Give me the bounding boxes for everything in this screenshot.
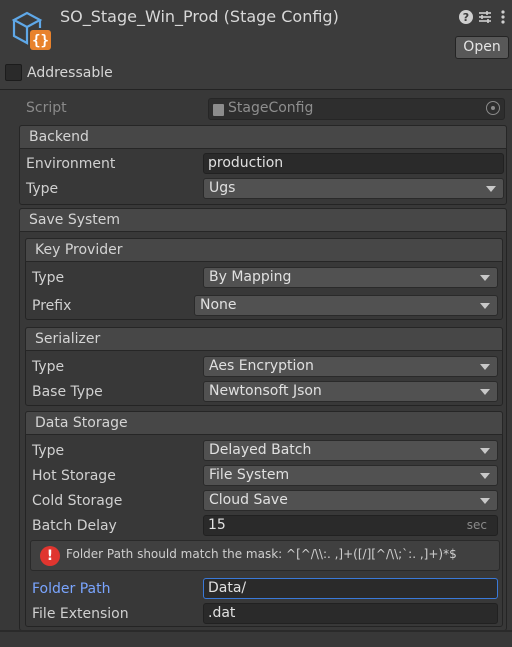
help-icon[interactable]: ? — [458, 9, 474, 25]
environment-field[interactable]: production — [203, 153, 504, 174]
open-button[interactable]: Open — [455, 36, 509, 59]
key-type-value: By Mapping — [209, 269, 292, 285]
storage-type-value: Delayed Batch — [209, 442, 312, 458]
svg-text:?: ? — [463, 11, 469, 24]
chevron-down-icon — [480, 498, 490, 504]
base-type-label: Base Type — [32, 384, 103, 400]
hot-storage-label: Hot Storage — [32, 468, 116, 484]
hot-storage-value: File System — [209, 467, 290, 483]
storage-type-label: Type — [32, 443, 65, 459]
batch-delay-unit: sec — [466, 518, 487, 532]
chevron-down-icon — [480, 364, 490, 370]
inspector-title: SO_Stage_Win_Prod (Stage Config) — [60, 7, 339, 26]
base-type-value: Newtonsoft Json — [209, 383, 322, 399]
chevron-down-icon — [480, 275, 490, 281]
batch-delay-value: 15 — [208, 517, 226, 533]
prefix-value: None — [200, 297, 237, 313]
chevron-down-icon — [480, 448, 490, 454]
cold-storage-label: Cold Storage — [32, 493, 123, 509]
serializer-type-label: Type — [32, 359, 65, 375]
backend-type-dropdown[interactable]: Ugs — [203, 178, 504, 199]
chevron-down-icon — [480, 473, 490, 479]
prefix-dropdown[interactable]: None — [194, 295, 498, 316]
hot-storage-dropdown[interactable]: File System — [203, 465, 498, 486]
script-value: StageConfig — [228, 100, 314, 116]
presets-icon[interactable] — [477, 9, 493, 25]
csharp-script-icon — [213, 104, 224, 116]
chevron-down-icon — [480, 303, 490, 309]
validation-message: Folder Path should match the mask: ^[^/\… — [66, 547, 457, 561]
save-system-header[interactable]: Save System — [19, 208, 507, 232]
base-type-dropdown[interactable]: Newtonsoft Json — [203, 381, 498, 402]
file-extension-field[interactable]: .dat — [203, 603, 498, 624]
addressable-label: Addressable — [27, 65, 113, 81]
object-picker-icon[interactable] — [486, 101, 500, 115]
folder-path-field[interactable]: Data/ — [203, 578, 498, 599]
svg-text:{}: {} — [32, 33, 49, 49]
data-storage-header[interactable]: Data Storage — [25, 411, 503, 435]
error-icon: ! — [40, 546, 60, 566]
key-type-label: Type — [32, 270, 65, 286]
key-type-dropdown[interactable]: By Mapping — [203, 267, 498, 288]
batch-delay-label: Batch Delay — [32, 518, 117, 534]
batch-delay-field[interactable]: 15 sec — [203, 515, 498, 536]
file-extension-label: File Extension — [32, 606, 129, 622]
serializer-header[interactable]: Serializer — [25, 327, 503, 351]
addressable-checkbox[interactable] — [5, 64, 22, 81]
storage-type-dropdown[interactable]: Delayed Batch — [203, 440, 498, 461]
scriptable-object-icon: {} — [11, 11, 51, 50]
backend-type-value: Ugs — [209, 180, 236, 196]
prefix-label: Prefix — [32, 298, 72, 314]
more-icon[interactable] — [498, 9, 508, 25]
folder-path-label: Folder Path — [32, 581, 111, 597]
script-label: Script — [26, 100, 67, 116]
chevron-down-icon — [486, 186, 496, 192]
chevron-down-icon — [480, 389, 490, 395]
cold-storage-dropdown[interactable]: Cloud Save — [203, 490, 498, 511]
panel-bottom-divider — [0, 630, 512, 632]
environment-label: Environment — [26, 156, 116, 172]
key-provider-header[interactable]: Key Provider — [25, 238, 503, 262]
backend-type-label: Type — [26, 181, 59, 197]
serializer-type-dropdown[interactable]: Aes Encryption — [203, 356, 498, 377]
serializer-type-value: Aes Encryption — [209, 358, 314, 374]
cold-storage-value: Cloud Save — [209, 492, 288, 508]
backend-header[interactable]: Backend — [19, 125, 507, 149]
